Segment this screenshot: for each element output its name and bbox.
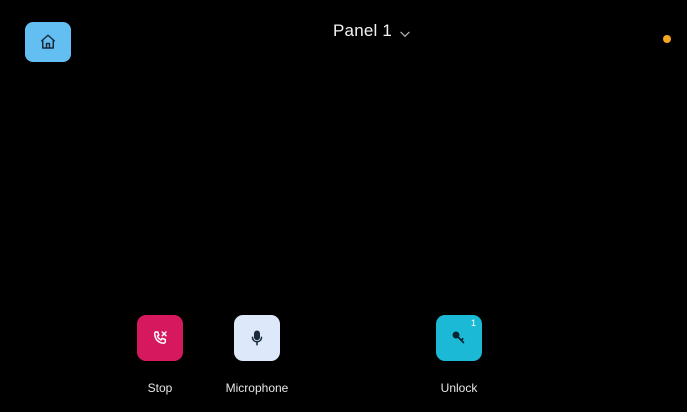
home-icon [40,34,56,49]
panel-selector[interactable]: Panel 1 [333,18,412,44]
unlock-tile[interactable]: 1 [436,315,482,361]
screen-edge-bottom [0,412,693,418]
home-button[interactable] [25,22,71,62]
unlock-button[interactable]: 1 Unlock [414,315,504,395]
panel-title: Panel 1 [333,21,393,40]
microphone-tile[interactable] [234,315,280,361]
unlock-count-badge: 1 [470,318,476,328]
stop-label: Stop [147,381,173,395]
key-icon [452,331,465,344]
phone-hangup-icon [154,331,167,344]
stop-tile[interactable] [137,315,183,361]
chevron-down-icon [400,31,410,38]
stop-button[interactable]: Stop [115,315,205,395]
microphone-icon [251,330,263,346]
unlock-label: Unlock [440,381,478,395]
intercom-screen: Panel 1 Stop Microphone 1 Unlock [0,0,693,418]
microphone-label: Microphone [225,381,289,395]
screen-edge-right [687,0,693,418]
status-indicator [663,35,671,43]
microphone-button[interactable]: Microphone [212,315,302,395]
